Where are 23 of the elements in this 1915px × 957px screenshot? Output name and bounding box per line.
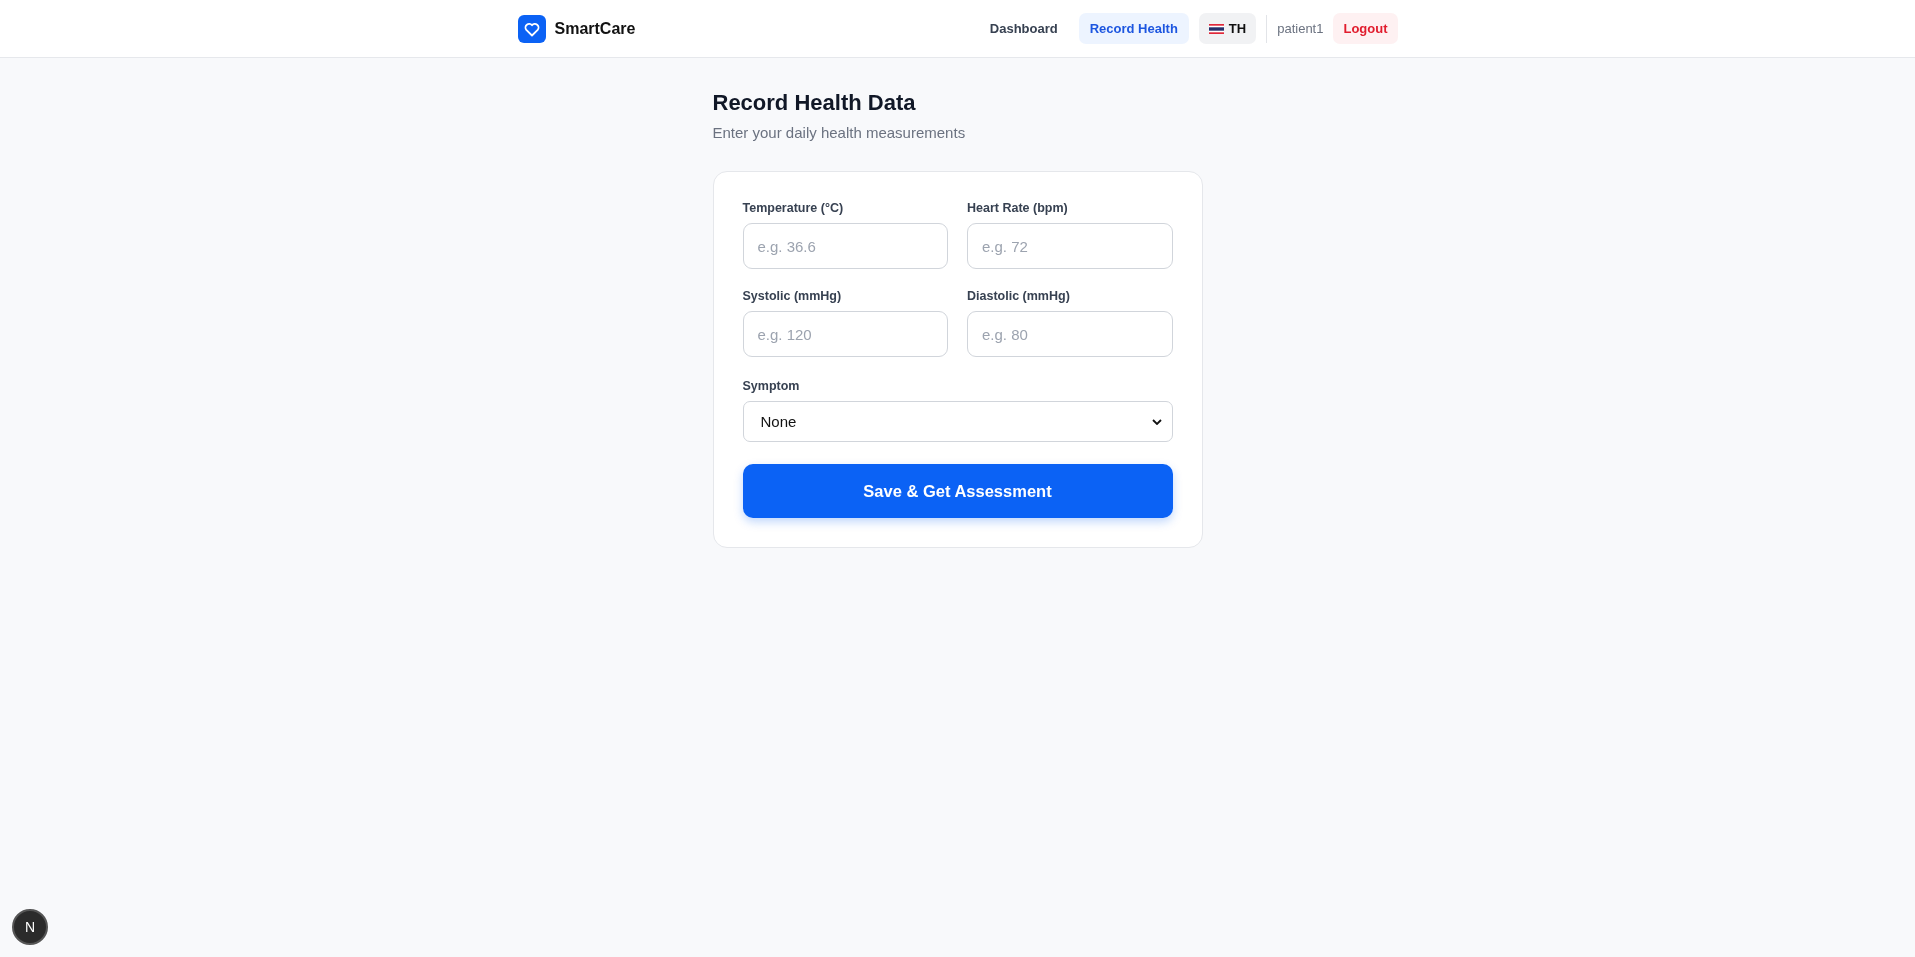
field-label: Symptom	[742, 379, 801, 393]
input-field[interactable]: e.g. 72	[967, 223, 1173, 269]
field-label: Temperature (°C)	[742, 201, 845, 215]
page-title: Record Health Data	[712, 90, 917, 116]
input-field[interactable]: e.g. 120	[742, 311, 948, 357]
symptom-dropdown[interactable]: None	[742, 401, 1173, 442]
input-field[interactable]: e.g. 80	[967, 311, 1173, 357]
input-field[interactable]: e.g. 36.6	[742, 223, 948, 269]
brand-name: SmartCare	[554, 19, 636, 38]
field-label: Heart Rate (bpm)	[967, 201, 1069, 215]
page-subtitle: Enter your daily health measurements	[712, 124, 967, 141]
username: patient1	[1277, 21, 1324, 36]
field-label: Systolic (mmHg)	[742, 289, 843, 303]
language-button[interactable]: TH	[1198, 13, 1257, 44]
nav-link[interactable]: Dashboard	[978, 13, 1069, 44]
heart-logo-icon	[517, 14, 546, 43]
thailand-flag-icon	[1208, 23, 1224, 34]
submit-button[interactable]: Save & Get Assessment	[742, 464, 1173, 518]
logout-button[interactable]: Logout	[1333, 13, 1398, 44]
nav-link[interactable]: Record Health	[1078, 13, 1189, 44]
field-label: Diastolic (mmHg)	[967, 289, 1071, 303]
chevron-down-icon	[1151, 418, 1162, 425]
dev-tools-badge[interactable]: N	[12, 909, 48, 945]
